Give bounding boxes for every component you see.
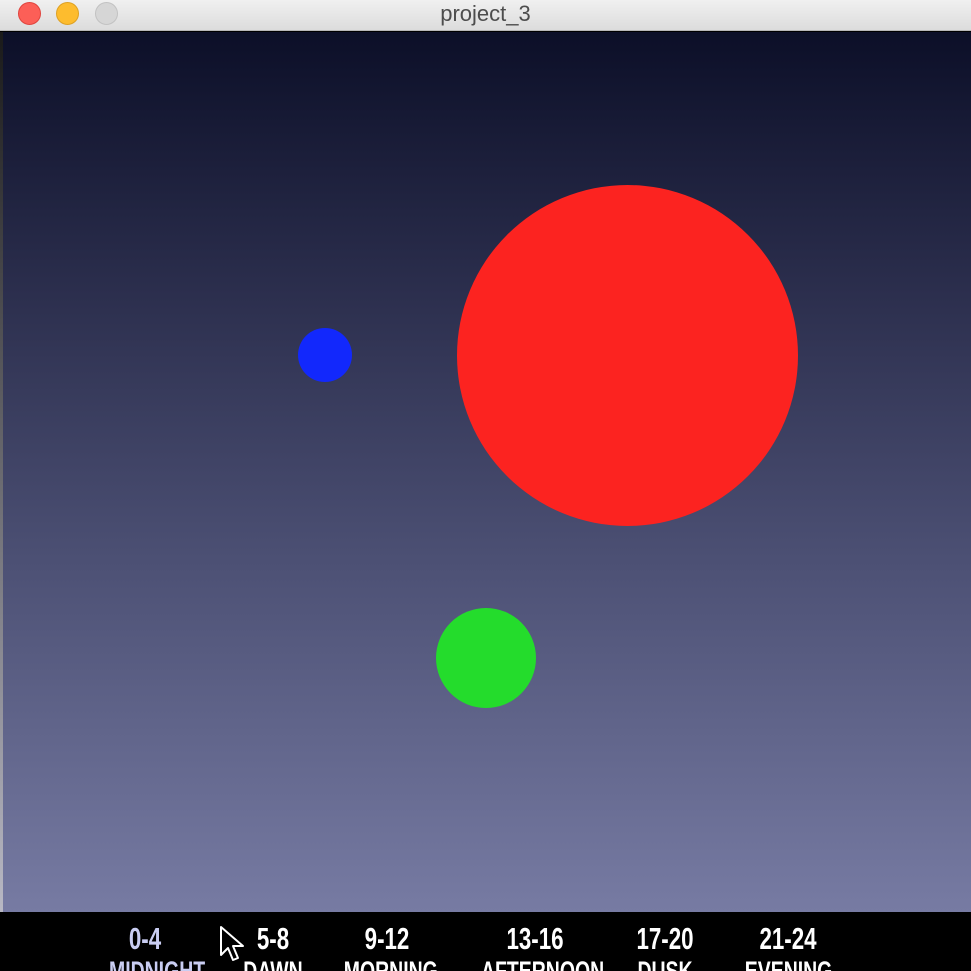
time-slot-period: EVENING <box>744 956 833 971</box>
time-slot-period: MORNING <box>343 956 438 971</box>
time-slot-dusk[interactable]: 17-20 DUSK <box>633 922 698 971</box>
red-circle <box>457 185 798 526</box>
time-slot-range: 13-16 <box>506 921 564 956</box>
time-slot-dawn[interactable]: 5-8 DAWN <box>241 922 306 971</box>
time-slot-range: 17-20 <box>636 921 694 956</box>
time-slot-afternoon[interactable]: 13-16 AFTERNOON <box>481 921 605 971</box>
arrow-cursor-icon <box>220 926 244 961</box>
title-bar[interactable]: project_3 <box>0 0 971 31</box>
time-slot-morning[interactable]: 9-12 MORNING <box>343 921 438 971</box>
time-slot-period: MIDNIGHT <box>109 956 206 971</box>
sketch-canvas[interactable] <box>3 32 971 912</box>
window-title: project_3 <box>440 1 531 26</box>
time-slot-range: 5-8 <box>256 921 290 956</box>
time-slot-range: 9-12 <box>364 921 410 956</box>
time-slot-range: 0-4 <box>128 921 162 956</box>
time-slot-evening[interactable]: 21-24 EVENING <box>744 921 833 971</box>
app-window: project_3 0-4 MIDNIGHT 5-8 DAWN 9-12 MOR… <box>0 0 971 971</box>
time-slot-period: DUSK <box>637 956 693 971</box>
time-slot-midnight[interactable]: 0-4 MIDNIGHT <box>109 921 206 971</box>
time-of-day-bar: 0-4 MIDNIGHT 5-8 DAWN 9-12 MORNING 13-16… <box>0 912 971 971</box>
blue-circle <box>298 328 352 382</box>
time-slot-period: AFTERNOON <box>481 956 605 971</box>
green-circle <box>436 608 536 708</box>
time-slot-range: 21-24 <box>759 921 817 956</box>
time-slot-period: DAWN <box>243 956 303 971</box>
